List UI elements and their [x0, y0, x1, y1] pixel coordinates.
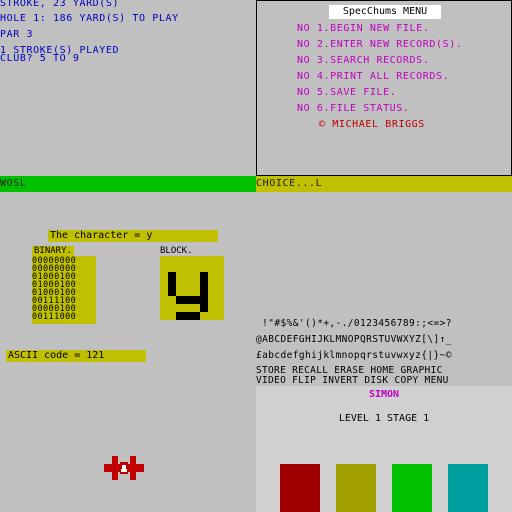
golf-game-panel: STROKE, 23 YARD(S) HOLE 1: 186 YARD(S) T… — [0, 0, 256, 176]
ship-icon — [104, 456, 144, 480]
simon-game-panel: SIMON LEVEL 1 STAGE 1 — [256, 386, 512, 512]
menu-title: SpecChums MENU — [329, 5, 441, 19]
golf-input-bar[interactable]: WOSL — [0, 176, 256, 192]
charset-row-uppercase: @ABCDEFGHIJKLMNOPQRSTUVWXYZ[\]↑_ — [256, 334, 452, 345]
character-block-preview — [160, 256, 224, 320]
simon-pad-cyan[interactable] — [448, 464, 488, 512]
block-pixel — [168, 272, 176, 280]
block-pixel — [184, 296, 192, 304]
choice-input-text: CHOICE...L — [256, 178, 323, 189]
block-pixel — [184, 312, 192, 320]
editor-menu-row-2[interactable]: VIDEO FLIP INVERT DISK COPY MENU — [256, 376, 449, 386]
block-pixel — [200, 280, 208, 288]
block-pixel — [200, 272, 208, 280]
block-pixel — [200, 288, 208, 296]
character-viewer-panel: The character = y BINARY. 00000000 00000… — [0, 192, 256, 512]
simon-pad-green[interactable] — [392, 464, 432, 512]
block-pixel — [192, 296, 200, 304]
simon-pad-red[interactable] — [280, 464, 320, 512]
charset-row-lowercase: £abcdefghijklmnopqrstuvwxyz{|}~© — [256, 350, 452, 361]
par-text: PAR 3 — [0, 29, 34, 40]
menu-item-enter-new-records[interactable]: NO 2.ENTER NEW RECORD(S). — [297, 37, 463, 53]
character-set-panel: !"#$%&'()*+,-./0123456789:;<=>? @ABCDEFG… — [256, 312, 512, 368]
specchums-menu-panel: SpecChums MENU NO 1.BEGIN NEW FILE. NO 2… — [256, 0, 512, 176]
simon-pad-yellow[interactable] — [336, 464, 376, 512]
block-pixel — [168, 288, 176, 296]
character-title: The character = y — [48, 230, 218, 242]
menu-item-search-records[interactable]: NO 3.SEARCH RECORDS. — [297, 53, 429, 69]
hole-distance-text: HOLE 1: 186 YARD(S) TO PLAY — [0, 13, 179, 24]
block-pixel — [176, 312, 184, 320]
choice-input-bar[interactable]: CHOICE...L — [256, 176, 512, 192]
menu-item-save-file[interactable]: NO 5.SAVE FILE. — [297, 85, 396, 101]
simon-level-text: LEVEL 1 STAGE 1 — [338, 413, 430, 424]
block-pixel — [168, 280, 176, 288]
binary-label: BINARY. — [32, 246, 74, 256]
menu-item-print-all-records[interactable]: NO 4.PRINT ALL RECORDS. — [297, 69, 449, 85]
menu-item-file-status[interactable]: NO 6.FILE STATUS. — [297, 101, 410, 117]
block-label: BLOCK. — [160, 246, 193, 256]
block-pixel — [192, 312, 200, 320]
charset-row-symbols: !"#$%&'()*+,-./0123456789:;<=>? — [256, 318, 452, 329]
block-pixel — [200, 296, 208, 304]
ascii-code-text: ASCII code = 121 — [6, 350, 146, 362]
block-pixel — [176, 296, 184, 304]
binary-grid: 00000000 00000000 01000100 01000100 0100… — [32, 256, 96, 324]
simon-title: SIMON — [368, 389, 400, 400]
menu-item-begin-new-file[interactable]: NO 1.BEGIN NEW FILE. — [297, 21, 429, 37]
credit-text: © MICHAEL BRIGGS — [319, 119, 425, 130]
club-prompt-text: CLUB? 5 TO 9 — [0, 53, 80, 64]
golf-input-text: WOSL — [0, 178, 27, 189]
binary-row: 00111000 — [32, 312, 77, 322]
editor-menu-strip: STORE RECALL ERASE HOME GRAPHIC VIDEO FL… — [256, 366, 512, 386]
block-pixel — [200, 304, 208, 312]
